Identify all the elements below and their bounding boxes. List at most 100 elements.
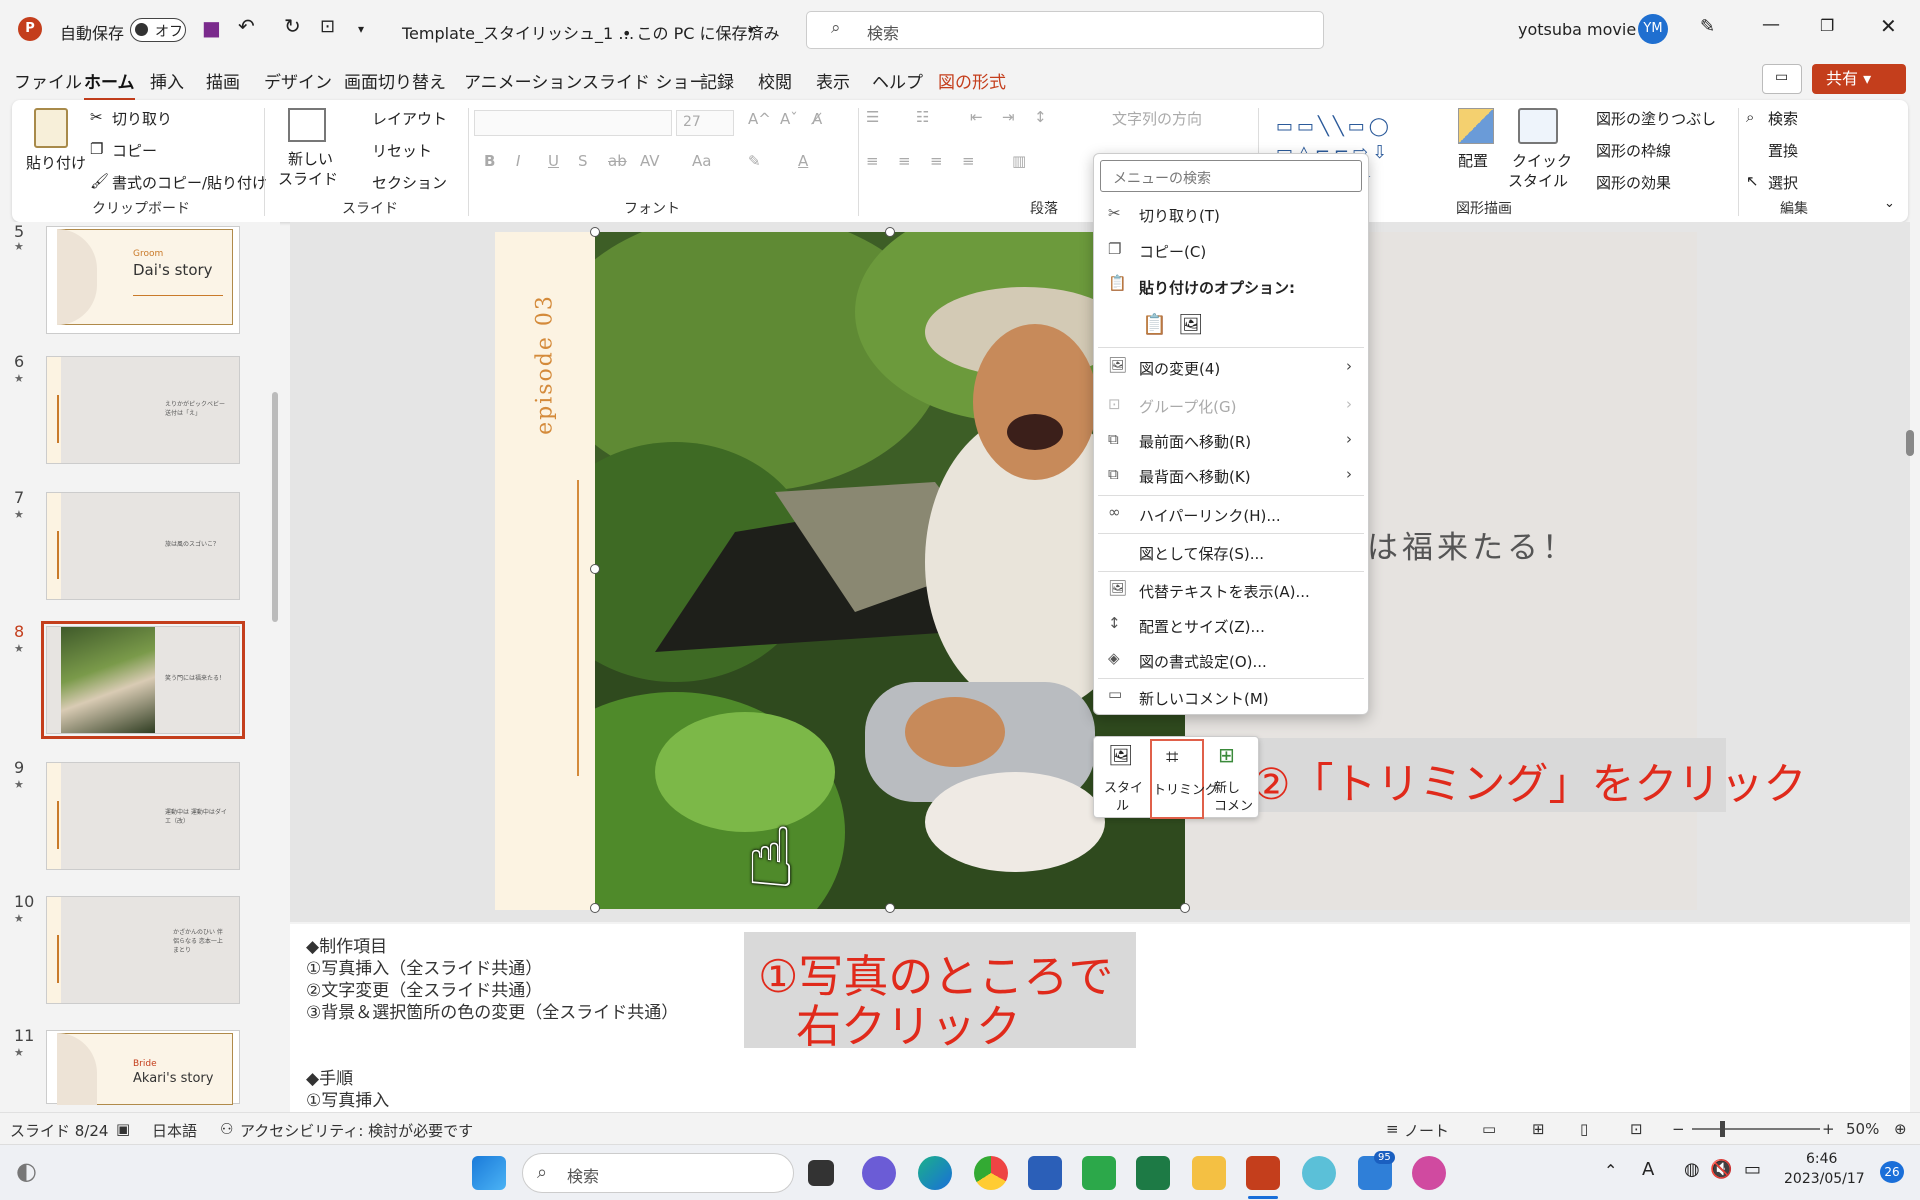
thumbnail-slide-8[interactable]: 笑う門には福来たる！: [41, 621, 245, 739]
search-input[interactable]: ⌕ 検索: [806, 11, 1324, 49]
zoom-in-icon[interactable]: +: [1822, 1120, 1835, 1138]
tab-animations[interactable]: アニメーション: [464, 68, 582, 93]
avatar[interactable]: YM: [1638, 14, 1668, 44]
selection-handle[interactable]: [885, 227, 895, 237]
thumbnail-slide-11[interactable]: Bride Akari's story: [46, 1030, 240, 1105]
shape-fill-button[interactable]: 図形の塗りつぶし: [1596, 108, 1716, 129]
paste-icon[interactable]: [34, 108, 68, 148]
tab-transitions[interactable]: 画面切り替え: [344, 68, 446, 93]
taskbar-search[interactable]: ⌕ 検索: [522, 1153, 794, 1193]
tab-help[interactable]: ヘルプ: [872, 68, 923, 93]
paste-picture-icon[interactable]: 🖼: [1178, 312, 1203, 336]
indent-icon[interactable]: ⇤: [970, 108, 983, 126]
canvas-scrollbar[interactable]: [1906, 430, 1914, 456]
thumbnail-slide-6[interactable]: えりかがピックベビー 送付は「え」: [46, 356, 240, 464]
style-button[interactable]: 🖼 スタイ ル: [1096, 739, 1146, 815]
character-app-icon[interactable]: [1412, 1156, 1446, 1190]
italic-icon[interactable]: I: [516, 152, 520, 170]
menu-size-position[interactable]: 配置とサイズ(Z)...: [1139, 616, 1265, 637]
align-left-icon[interactable]: ≡: [866, 152, 879, 170]
new-slide-label-1[interactable]: 新しい: [288, 148, 333, 169]
language-indicator[interactable]: 日本語: [152, 1120, 197, 1141]
clear-format-icon[interactable]: A̸: [812, 110, 822, 128]
zoom-out-icon[interactable]: −: [1672, 1120, 1685, 1138]
numbering-icon[interactable]: ☷: [916, 108, 929, 126]
shape-outline-button[interactable]: 図形の枠線: [1596, 140, 1671, 161]
find-button[interactable]: 検索: [1768, 108, 1798, 129]
quick-styles-label-2[interactable]: スタイル: [1508, 170, 1568, 191]
outdent-icon[interactable]: ⇥: [1002, 108, 1015, 126]
menu-send-back[interactable]: 最背面へ移動(K): [1139, 466, 1251, 487]
trim-button[interactable]: ⌗ トリミング: [1150, 739, 1218, 819]
bold-icon[interactable]: B: [484, 152, 495, 170]
user-name[interactable]: yotsuba movie: [1518, 20, 1636, 39]
font-name-select[interactable]: [474, 110, 672, 136]
fit-slide-icon[interactable]: ⊕: [1894, 1120, 1907, 1138]
shrink-font-icon[interactable]: Aˇ: [780, 110, 798, 128]
paste-keep-icon[interactable]: 📋: [1142, 312, 1167, 336]
close-icon[interactable]: ✕: [1880, 14, 1897, 38]
file-name[interactable]: Template_スタイリッシュ_1 …: [402, 20, 634, 44]
start-icon[interactable]: [472, 1156, 506, 1190]
clock-date[interactable]: 2023/05/17: [1784, 1171, 1865, 1187]
customize-toolbar-icon[interactable]: ▾: [358, 22, 364, 36]
ime-icon[interactable]: A: [1642, 1159, 1654, 1180]
section-button[interactable]: セクション: [372, 172, 447, 193]
notes-toggle[interactable]: ノート: [1404, 1120, 1449, 1141]
quick-styles-label-1[interactable]: クイック: [1512, 150, 1572, 171]
menu-change-picture[interactable]: 図の変更(4): [1139, 358, 1220, 379]
pen-icon[interactable]: ✎: [1700, 16, 1715, 37]
thumbnail-slide-7[interactable]: 旅は風のスゴいこ？: [46, 492, 240, 600]
thumb-scrollbar[interactable]: [272, 392, 278, 622]
task-view-icon[interactable]: [808, 1160, 834, 1186]
tray-chevron-icon[interactable]: ⌃: [1604, 1161, 1617, 1180]
tab-view[interactable]: 表示: [816, 68, 850, 93]
sorter-view-icon[interactable]: ⊞: [1532, 1120, 1545, 1138]
spacing-icon[interactable]: AV: [640, 152, 660, 170]
arrange-icon[interactable]: [1458, 108, 1494, 144]
word-icon[interactable]: [1028, 1156, 1062, 1190]
shadow-icon[interactable]: S: [578, 152, 588, 170]
minimize-icon[interactable]: —: [1762, 14, 1780, 35]
save-icon[interactable]: ■: [202, 16, 221, 40]
strikethrough-icon[interactable]: ab: [608, 152, 627, 170]
tab-review[interactable]: 校閲: [758, 68, 792, 93]
slide-caption[interactable]: は福来たる！: [1367, 522, 1577, 567]
save-location[interactable]: • この PC に保存済み: [622, 20, 780, 44]
thumbnail-slide-9[interactable]: 運動中は 運動中はダイエ（改）: [46, 762, 240, 870]
zoom-level[interactable]: 50%: [1846, 1120, 1879, 1138]
menu-format-picture[interactable]: 図の書式設定(O)...: [1139, 651, 1267, 672]
selection-handle[interactable]: [590, 227, 600, 237]
edge-icon[interactable]: [918, 1156, 952, 1190]
shape-effects-button[interactable]: 図形の効果: [1596, 172, 1671, 193]
accessibility-status[interactable]: アクセシビリティ: 検討が必要です: [240, 1120, 473, 1141]
grow-font-icon[interactable]: A^: [748, 110, 771, 128]
format-painter-button[interactable]: 書式のコピー/貼り付け: [112, 172, 267, 193]
selection-handle[interactable]: [590, 564, 600, 574]
align-center-icon[interactable]: ≡: [898, 152, 911, 170]
tab-design[interactable]: デザイン: [264, 68, 332, 93]
select-button[interactable]: 選択: [1768, 172, 1798, 193]
new-comment-button[interactable]: ⊞ 新し コメン: [1208, 739, 1256, 815]
line-spacing-icon[interactable]: ↕: [1034, 108, 1047, 126]
reset-button[interactable]: リセット: [372, 140, 432, 161]
restore-icon[interactable]: ❐: [1820, 16, 1834, 35]
tab-record[interactable]: 記録: [700, 68, 734, 93]
menu-search-input[interactable]: メニューの検索: [1100, 160, 1362, 192]
tab-draw[interactable]: 描画: [206, 68, 240, 93]
explorer-icon[interactable]: [1192, 1156, 1226, 1190]
volume-icon[interactable]: 🔇: [1710, 1159, 1732, 1180]
tab-insert[interactable]: 挿入: [150, 68, 184, 93]
layout-button[interactable]: レイアウト: [372, 108, 447, 129]
justify-icon[interactable]: ≡: [962, 152, 975, 170]
bullets-icon[interactable]: ☰: [866, 108, 879, 126]
tab-file[interactable]: ファイル: [14, 68, 82, 93]
menu-new-comment[interactable]: 新しいコメント(M): [1139, 688, 1269, 709]
word-alt-icon[interactable]: [1082, 1156, 1116, 1190]
new-slide-label-2[interactable]: スライド: [278, 168, 338, 189]
tab-slideshow[interactable]: スライド ショー: [582, 68, 706, 93]
menu-save-as-picture[interactable]: 図として保存(S)...: [1139, 543, 1264, 564]
collapse-ribbon-icon[interactable]: ⌄: [1884, 196, 1895, 211]
comments-button[interactable]: ▭: [1762, 64, 1802, 94]
spellcheck-icon[interactable]: ▣: [116, 1120, 130, 1138]
